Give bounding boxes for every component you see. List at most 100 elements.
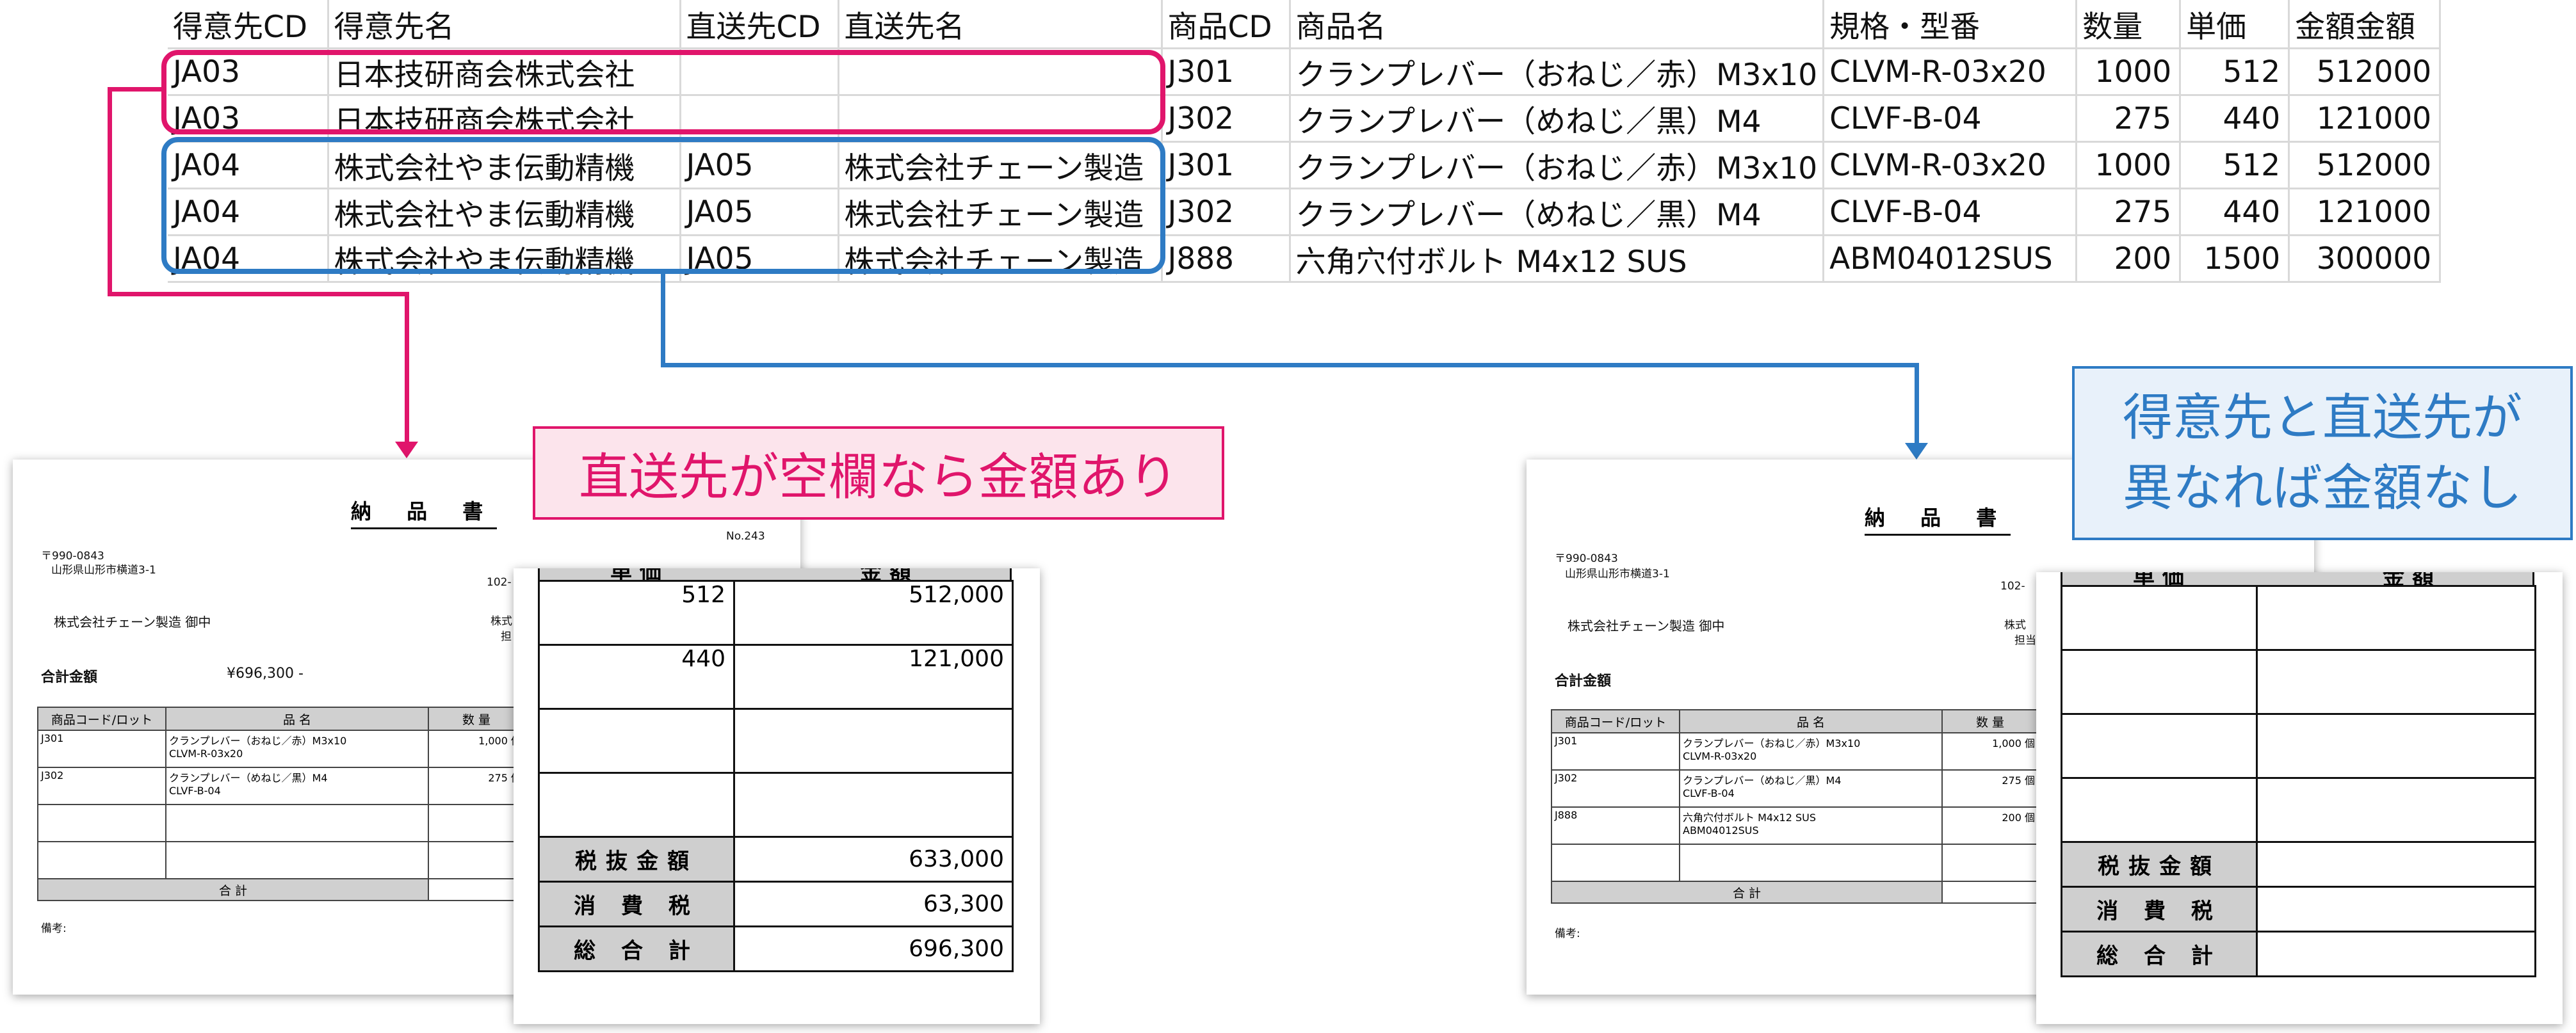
empty-cell	[428, 804, 525, 842]
item-qty: 1,000 個	[428, 730, 525, 768]
item-qty: 275 個	[1941, 769, 2039, 808]
cell[interactable]: CLVF-B-04	[1823, 188, 2078, 236]
unit-price-cell	[2061, 585, 2258, 651]
cell[interactable]: CLVM-R-03x20	[1823, 141, 2078, 189]
cell[interactable]: 440	[2180, 188, 2290, 236]
subtotal-row: 税抜金額	[2061, 841, 2536, 888]
tax-value	[2256, 886, 2536, 933]
address: 山形県山形市横道3-1	[51, 564, 156, 577]
item-name: 六角穴付ボルト M4x12 SUS ABM04012SUS	[1679, 806, 1943, 845]
empty-cell	[1941, 844, 2039, 882]
pink-connector-line	[108, 87, 112, 296]
cell[interactable]: 1000	[2076, 141, 2182, 189]
empty-cell	[165, 841, 429, 879]
recipient: 株式会社チェーン製造 御中	[54, 614, 211, 630]
col-header-qty[interactable]: 数量	[2076, 0, 2182, 49]
cell[interactable]: 512000	[2288, 141, 2442, 189]
cell[interactable]: クランプレバー（めねじ／黒）M4	[1290, 188, 1825, 236]
grand-total-row: 総 合 計	[2061, 931, 2536, 977]
table-row: J302 クランプレバー（めねじ／黒）M4 CLVF-B-04 275 個	[37, 767, 525, 805]
item-model-line: CLVF-B-04	[1683, 787, 1735, 799]
cell[interactable]: 512000	[2288, 48, 2442, 96]
table-row: J888 六角穴付ボルト M4x12 SUS ABM04012SUS 200 個	[1551, 806, 2039, 845]
cell[interactable]: CLVM-R-03x20	[1823, 48, 2078, 96]
cell[interactable]: J301	[1162, 141, 1291, 189]
col-header-unit-price[interactable]: 単価	[2180, 0, 2290, 49]
blue-connector-line	[661, 363, 1919, 367]
cell[interactable]: クランプレバー（おねじ／赤）M3x10	[1290, 141, 1825, 189]
subtotal-label: 税抜金額	[538, 836, 735, 883]
unit-price-cell: 440	[538, 644, 735, 710]
col-header-product-name[interactable]: 商品名	[1290, 0, 1825, 49]
item-name-line: クランプレバー（おねじ／赤）M3x10	[169, 735, 347, 747]
cell[interactable]: 440	[2180, 95, 2290, 143]
total-label: 合計金額	[41, 669, 98, 685]
amount-cell	[2256, 585, 2536, 651]
item-name-line: クランプレバー（めねじ／黒）M4	[169, 772, 328, 784]
col-header-ship-to-cd[interactable]: 直送先CD	[680, 0, 839, 49]
remarks-label: 備考:	[1555, 927, 1580, 940]
cell[interactable]: 512	[2180, 141, 2290, 189]
item-name-line: 六角穴付ボルト M4x12 SUS	[1683, 812, 1817, 824]
col-header-model[interactable]: 規格・型番	[1823, 0, 2078, 49]
cell[interactable]: 121000	[2288, 188, 2442, 236]
cell[interactable]: J888	[1162, 235, 1291, 283]
pink-arrow-head	[395, 442, 418, 458]
cell[interactable]: J301	[1162, 48, 1291, 96]
grand-total-value	[2256, 931, 2536, 977]
cell[interactable]: 1000	[2076, 48, 2182, 96]
cell[interactable]: 512	[2180, 48, 2290, 96]
table-row: J302 クランプレバー（めねじ／黒）M4 CLVF-B-04 275 個	[1551, 769, 2039, 808]
item-code: J301	[1551, 732, 1680, 771]
table-row	[2061, 777, 2536, 843]
grand-total-label: 総 合 計	[538, 925, 735, 972]
document-number: No.243	[726, 530, 765, 543]
col-qty: 数 量	[1941, 709, 2039, 733]
col-header-ship-to-name[interactable]: 直送先名	[838, 0, 1163, 49]
item-code: J888	[1551, 806, 1680, 845]
blue-highlight-box	[161, 137, 1165, 274]
cell[interactable]: 275	[2076, 188, 2182, 236]
cell[interactable]: クランプレバー（おねじ／赤）M3x10	[1290, 48, 1825, 96]
cell[interactable]: ABM04012SUS	[1823, 235, 2078, 283]
col-header-amount[interactable]: 金額金額	[2288, 0, 2442, 49]
item-model-line: CLVM-R-03x20	[1683, 750, 1757, 762]
cell[interactable]: クランプレバー（めねじ／黒）M4	[1290, 95, 1825, 143]
cell[interactable]: 121000	[2288, 95, 2442, 143]
side-contact: 担	[501, 630, 512, 643]
item-model-line: ABM04012SUS	[1683, 824, 1759, 837]
item-code: J302	[37, 767, 166, 805]
document-title: 納 品 書	[351, 495, 498, 529]
cell[interactable]: J302	[1162, 95, 1291, 143]
item-name: クランプレバー（おねじ／赤）M3x10 CLVM-R-03x20	[1679, 732, 1943, 771]
item-name-line: クランプレバー（めねじ／黒）M4	[1683, 774, 1842, 787]
cell[interactable]: 200	[2076, 235, 2182, 283]
col-header-customer-name[interactable]: 得意先名	[328, 0, 681, 49]
unit-price-cell	[2061, 777, 2258, 843]
amount-cell	[733, 708, 1014, 774]
cell[interactable]: 六角穴付ボルト M4x12 SUS	[1290, 235, 1825, 283]
total-label: 合計金額	[1555, 673, 1612, 689]
sum-label: 合 計	[37, 878, 429, 901]
amount-cell: 121,000	[733, 644, 1014, 710]
cell[interactable]: CLVF-B-04	[1823, 95, 2078, 143]
grand-total-row: 総 合 計 696,300	[538, 925, 1014, 972]
col-name: 品 名	[165, 707, 429, 731]
callout-text: 直送先が空欄なら金額あり	[578, 449, 1178, 506]
grand-total-value: 696,300	[733, 925, 1014, 972]
cell[interactable]: J302	[1162, 188, 1291, 236]
tax-label: 消 費 税	[2061, 886, 2258, 933]
item-name: クランプレバー（めねじ／黒）M4 CLVF-B-04	[1679, 769, 1943, 808]
grand-total-label: 総 合 計	[2061, 931, 2258, 977]
col-code: 商品コード/ロット	[1551, 709, 1680, 733]
empty-cell	[37, 841, 166, 879]
cell[interactable]: 300000	[2288, 235, 2442, 283]
col-header-customer-cd[interactable]: 得意先CD	[168, 0, 329, 49]
pink-connector-line	[108, 292, 409, 296]
cell[interactable]: 275	[2076, 95, 2182, 143]
col-header-product-cd[interactable]: 商品CD	[1162, 0, 1291, 49]
items-header: 商品コード/ロット 品 名 数 量	[1551, 709, 2039, 733]
remarks-label: 備考:	[41, 922, 67, 935]
cell[interactable]: 1500	[2180, 235, 2290, 283]
empty-cell	[1551, 844, 1680, 882]
